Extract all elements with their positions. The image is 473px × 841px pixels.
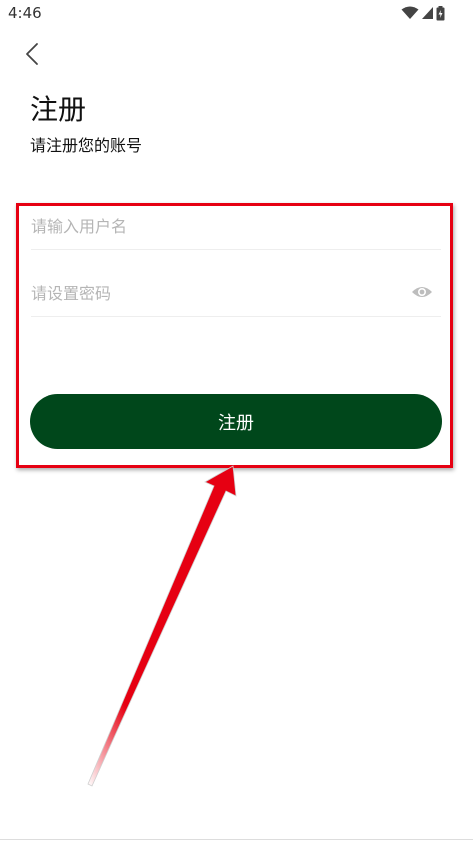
signal-icon — [422, 7, 433, 19]
wifi-icon — [401, 6, 419, 19]
username-field — [31, 204, 441, 250]
register-button[interactable]: 注册 — [30, 394, 442, 449]
username-input[interactable] — [31, 204, 391, 248]
page-title: 注册 — [30, 93, 87, 126]
page-subtitle: 请注册您的账号 — [30, 136, 143, 155]
status-icons — [401, 5, 445, 21]
battery-icon — [436, 5, 445, 20]
eye-icon — [412, 287, 432, 297]
password-field — [31, 271, 441, 317]
bottom-divider — [0, 839, 473, 840]
chevron-left-icon — [26, 43, 38, 65]
password-visibility-toggle[interactable] — [411, 283, 433, 301]
password-input[interactable] — [31, 271, 391, 315]
status-bar: 4:46 — [0, 0, 473, 26]
status-time: 4:46 — [8, 4, 42, 22]
back-button[interactable] — [18, 38, 46, 70]
